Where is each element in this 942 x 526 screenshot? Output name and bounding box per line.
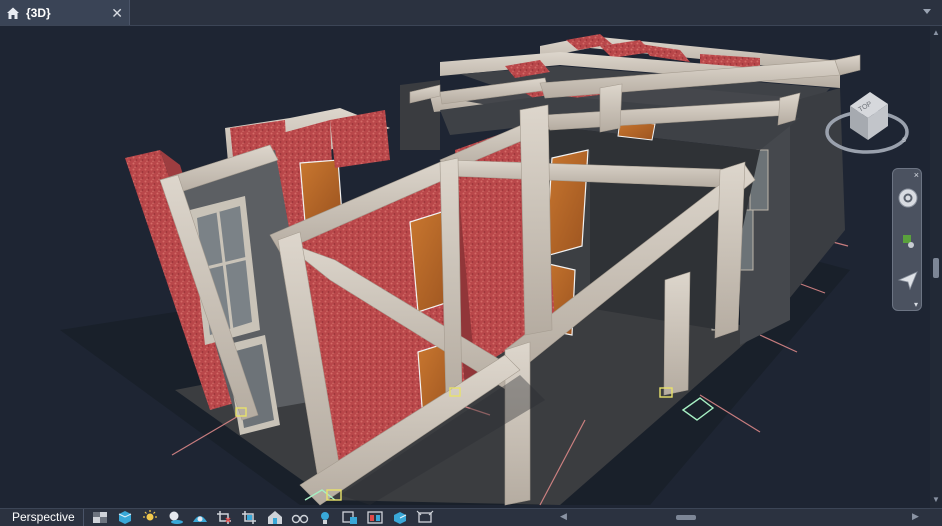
viewcube-compass-letter: S <box>902 138 906 144</box>
house-icon <box>7 7 19 19</box>
viewcube[interactable]: TOP S <box>822 88 912 162</box>
scroll-left-icon[interactable]: ◀ <box>560 511 567 522</box>
tab-title: {3D} <box>26 5 51 20</box>
navbar-close-icon[interactable]: × <box>914 170 919 180</box>
scroll-right-icon[interactable]: ▶ <box>912 511 919 522</box>
show-crop-icon[interactable] <box>241 510 259 525</box>
detail-level-icon[interactable] <box>91 510 109 525</box>
temporary-hide-icon[interactable] <box>291 510 309 525</box>
shadows-icon[interactable] <box>166 510 184 525</box>
crop-view-icon[interactable] <box>216 510 234 525</box>
navbar-menu-icon[interactable]: ▾ <box>914 300 918 309</box>
rendering-icon[interactable] <box>191 510 209 525</box>
analytical-icon[interactable] <box>366 510 384 525</box>
tab-close-icon[interactable]: ✕ <box>111 6 123 20</box>
reveal-constraints-icon[interactable] <box>416 510 434 525</box>
orbit-icon[interactable] <box>897 231 919 253</box>
scroll-up-icon[interactable]: ▲ <box>932 29 940 37</box>
visual-style-icon[interactable] <box>116 510 134 525</box>
view-control-bar: Perspective ◀ ▶ <box>0 508 942 526</box>
unlock-view-icon[interactable] <box>266 510 284 525</box>
view-tab-bar: {3D} ✕ <box>0 0 942 26</box>
highlight-displacement-icon[interactable] <box>391 510 409 525</box>
reveal-hidden-icon[interactable] <box>316 510 334 525</box>
navigation-bar: × ▾ <box>892 168 922 311</box>
tab-3d-view[interactable]: {3D} ✕ <box>0 0 130 25</box>
3d-viewport[interactable]: TOP S × ▾ <box>0 26 930 508</box>
view-mode-label[interactable]: Perspective <box>0 509 84 526</box>
tab-overflow-icon[interactable] <box>920 4 934 18</box>
vertical-scrollbar[interactable]: ▲ ▼ <box>930 26 942 508</box>
horizontal-scroll-thumb[interactable] <box>676 515 696 520</box>
building-model-3d[interactable] <box>0 26 930 508</box>
worksharing-icon[interactable] <box>341 510 359 525</box>
fly-icon[interactable] <box>897 269 919 291</box>
scroll-down-icon[interactable]: ▼ <box>932 496 940 504</box>
sun-path-icon[interactable] <box>141 510 159 525</box>
steering-wheel-icon[interactable] <box>897 187 919 209</box>
vertical-scroll-thumb[interactable] <box>933 258 939 278</box>
